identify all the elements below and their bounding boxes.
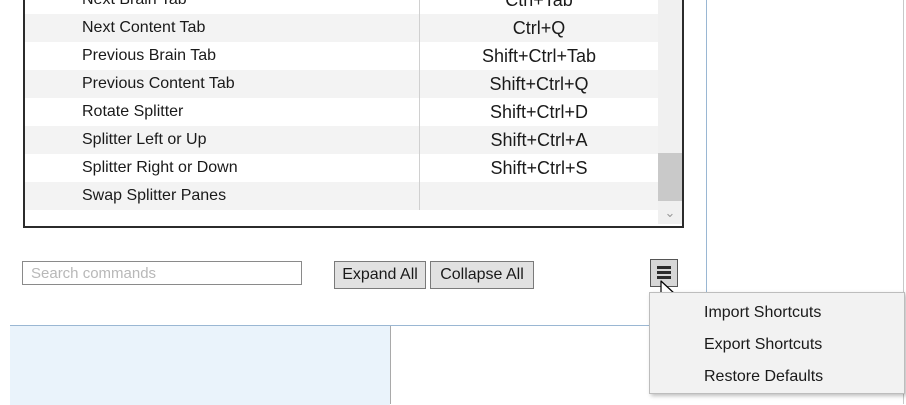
shortcut-key: Ctrl+Tab — [505, 0, 573, 10]
command-name: Next Content Tab — [25, 14, 420, 42]
shortcut-key: Shift+Ctrl+S — [490, 158, 588, 178]
command-name: Splitter Right or Down — [25, 154, 420, 182]
command-name: Splitter Left or Up — [25, 126, 420, 154]
vertical-scrollbar[interactable]: ⌄ — [658, 0, 682, 224]
shortcut-key: Shift+Ctrl+D — [489, 102, 589, 122]
background-left-pane — [10, 325, 390, 405]
export-shortcuts-menu-item[interactable]: Export Shortcuts — [650, 329, 904, 361]
table-row[interactable]: Next Content Tab Ctrl+Q — [25, 14, 658, 42]
shortcuts-list[interactable]: Next Brain Tab Ctrl+Tab Next Content Tab… — [23, 0, 684, 228]
command-name: Next Brain Tab — [25, 0, 420, 14]
command-name: Swap Splitter Panes — [25, 182, 420, 210]
table-row[interactable]: Splitter Left or Up Shift+Ctrl+A — [25, 126, 658, 154]
collapse-all-button[interactable]: Collapse All — [430, 261, 534, 289]
background-pane-divider — [390, 325, 391, 404]
expand-all-button[interactable]: Expand All — [334, 261, 426, 289]
search-input[interactable] — [22, 261, 302, 285]
table-row[interactable]: Previous Brain Tab Shift+Ctrl+Tab — [25, 42, 658, 70]
command-name: Rotate Splitter — [25, 98, 420, 126]
shortcut-key: Ctrl+Q — [512, 18, 566, 38]
restore-defaults-menu-item[interactable]: Restore Defaults — [650, 361, 904, 393]
table-row[interactable]: Splitter Right or Down Shift+Ctrl+S — [25, 154, 658, 182]
hamburger-menu-icon — [657, 266, 671, 280]
shortcut-key: Shift+Ctrl+Q — [489, 74, 589, 94]
background-pane-border — [706, 0, 707, 325]
scrollbar-thumb[interactable] — [658, 153, 682, 201]
shortcut-key: Shift+Ctrl+A — [490, 130, 588, 150]
chevron-down-icon[interactable]: ⌄ — [658, 204, 682, 222]
shortcuts-dialog: Next Brain Tab Ctrl+Tab Next Content Tab… — [10, 0, 707, 326]
table-row[interactable]: Rotate Splitter Shift+Ctrl+D — [25, 98, 658, 126]
context-menu: Import Shortcuts Export Shortcuts Restor… — [649, 292, 905, 394]
table-row[interactable]: Swap Splitter Panes — [25, 182, 658, 210]
command-name: Previous Content Tab — [25, 70, 420, 98]
shortcut-key: Shift+Ctrl+Tab — [481, 46, 597, 66]
import-shortcuts-menu-item[interactable]: Import Shortcuts — [650, 297, 904, 329]
table-row[interactable]: Next Brain Tab Ctrl+Tab — [25, 0, 658, 14]
command-name: Previous Brain Tab — [25, 42, 420, 70]
table-row[interactable]: Previous Content Tab Shift+Ctrl+Q — [25, 70, 658, 98]
